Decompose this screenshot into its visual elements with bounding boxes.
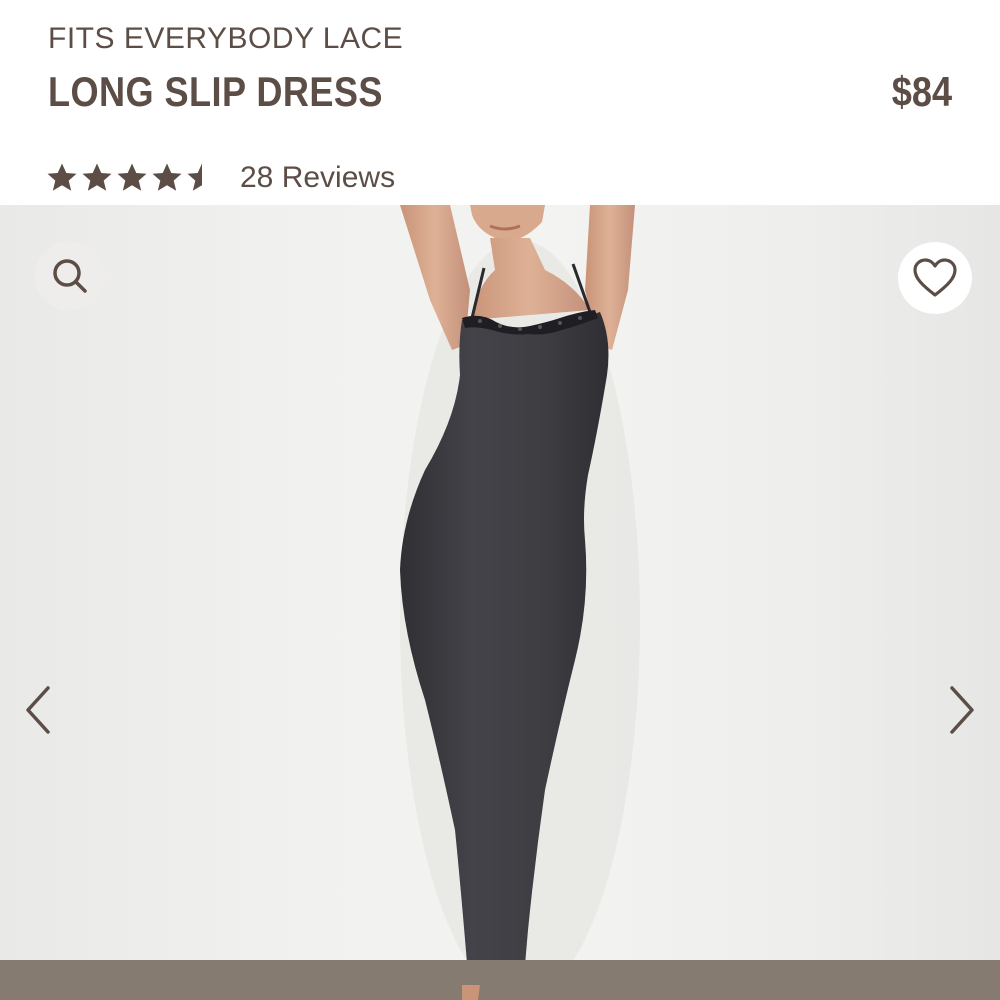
product-title: LONG SLIP DRESS: [48, 68, 383, 115]
previous-image-button[interactable]: [18, 680, 58, 740]
heart-icon: [913, 258, 957, 297]
star-icon: [187, 163, 217, 191]
collection-name: FITS EVERYBODY LACE: [48, 22, 404, 55]
zoom-search-button[interactable]: [35, 241, 105, 311]
star-rating: [46, 162, 218, 194]
star-icon: [117, 163, 147, 191]
reviews-link[interactable]: 28 Reviews: [240, 161, 395, 195]
product-header: FITS EVERYBODY LACE LONG SLIP DRESS $84 …: [0, 0, 1000, 205]
next-image-button[interactable]: [942, 680, 982, 740]
product-page: FITS EVERYBODY LACE LONG SLIP DRESS $84 …: [0, 0, 1000, 1000]
chevron-right-icon: [950, 686, 974, 734]
product-price: $84: [891, 68, 952, 115]
star-icon: [47, 163, 77, 191]
product-image[interactable]: [0, 205, 1000, 1000]
search-icon: [53, 259, 87, 293]
star-icon: [82, 163, 112, 191]
star-icon: [152, 163, 182, 191]
chevron-left-icon: [26, 686, 50, 734]
favorite-button[interactable]: [898, 242, 972, 314]
rating-row[interactable]: 28 Reviews: [46, 158, 395, 198]
model-photo: [0, 205, 1000, 1000]
